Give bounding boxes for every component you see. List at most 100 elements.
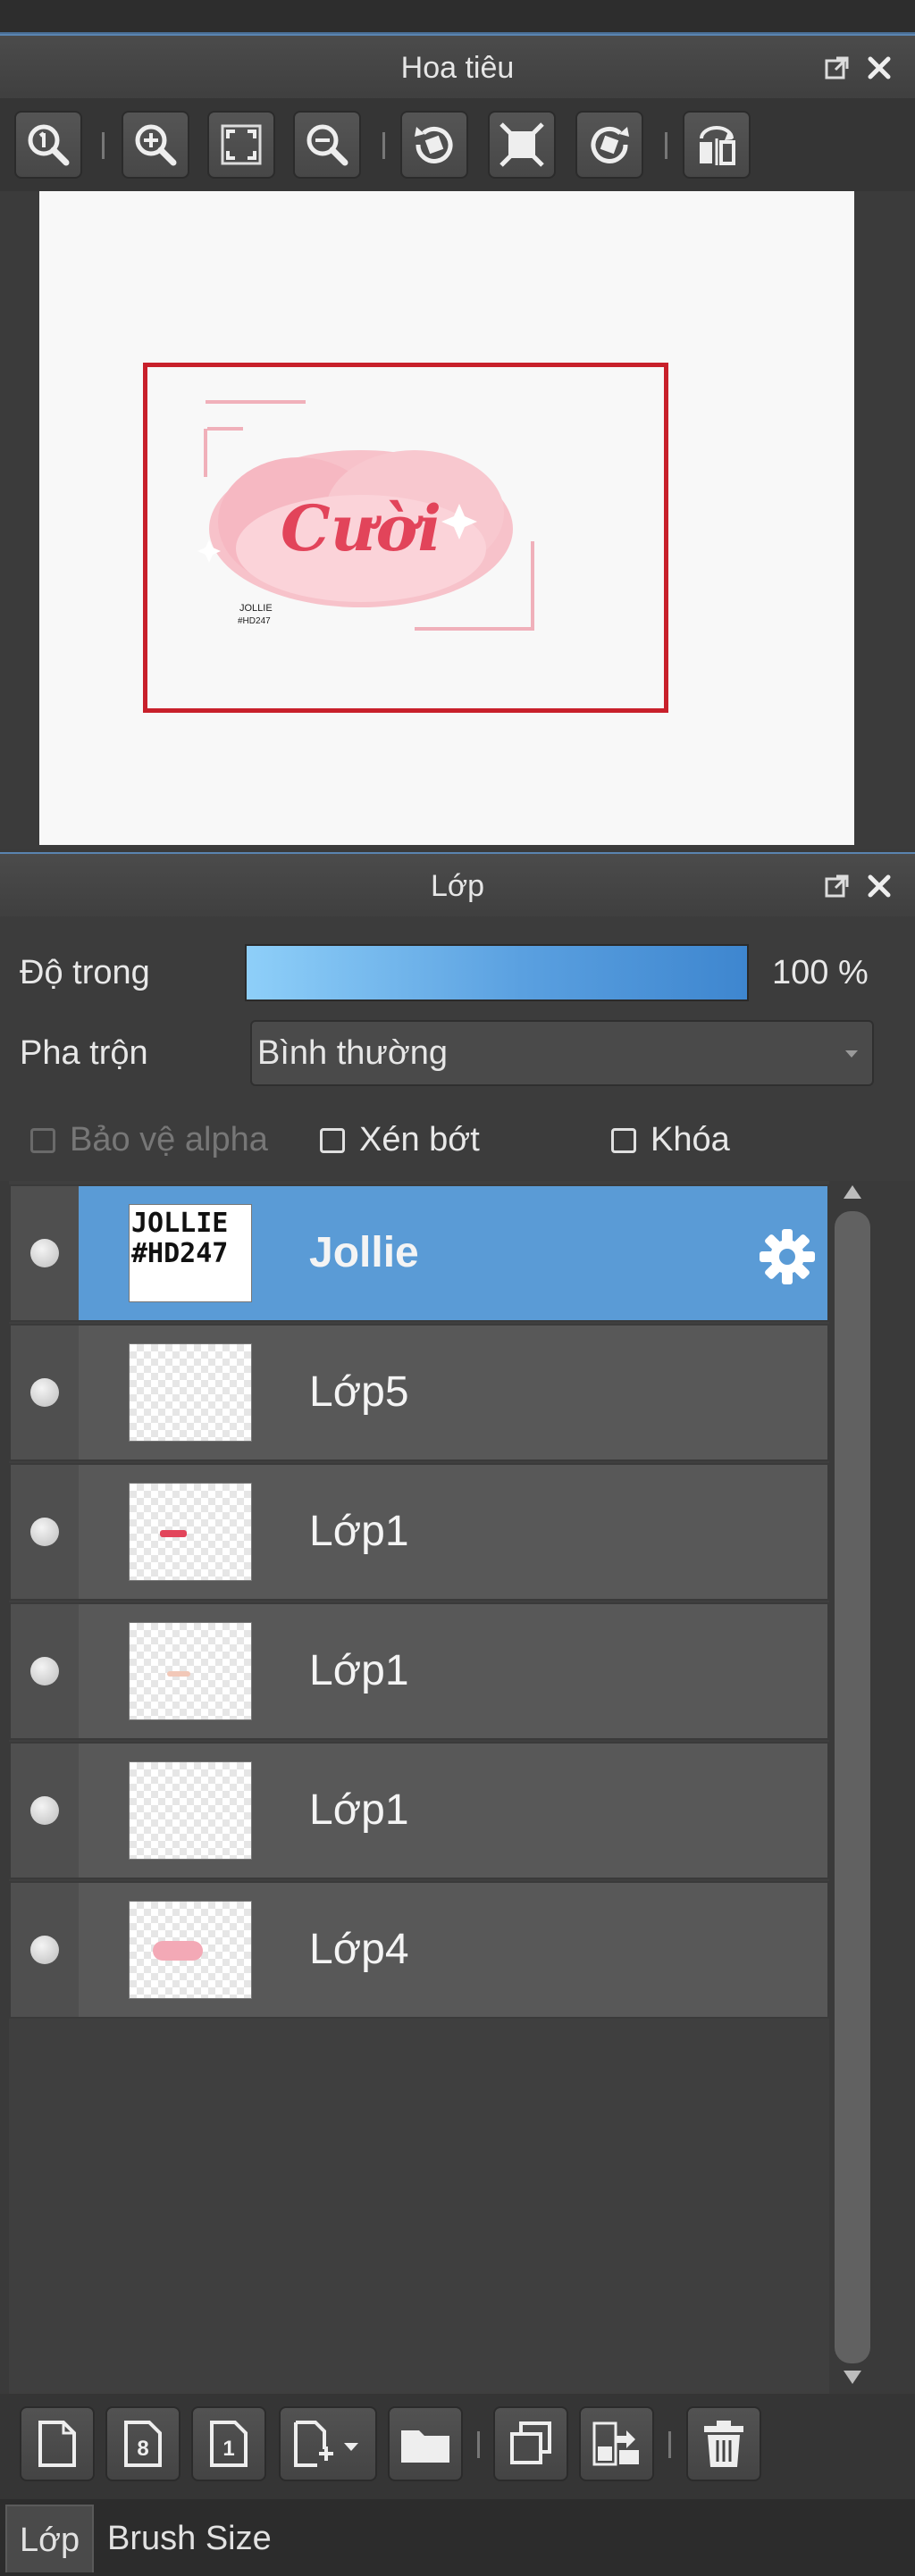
rotate-right-button[interactable] [575,111,643,179]
layer-row[interactable]: Lớp1 [9,1742,829,1879]
protect-alpha-label: Bảo vệ alpha [70,1121,268,1158]
navigator-view[interactable]: Cười JOLLIE #HD247 [0,191,915,849]
visibility-toggle[interactable] [11,1744,79,1878]
scroll-up-icon[interactable] [842,1183,863,1200]
layer-list: JOLLIE #HD247 Jollie Lớp5 Lớp1 Lớp1 Lớp1… [9,1181,829,2394]
undock-icon[interactable] [824,873,851,899]
panel-tab-bar: Lớp Brush Size [0,2499,915,2576]
duplicate-layer-button[interactable] [493,2406,568,2481]
layer-name[interactable]: Lớp5 [309,1326,409,1459]
rotate-left-button[interactable] [400,111,468,179]
add-layer-menu-button[interactable] [279,2406,377,2481]
layer-thumbnail [129,1901,252,1999]
one-bit-layer-icon: 1 [210,2421,248,2467]
lock-checkbox[interactable]: Khóa [611,1121,730,1159]
layer-thumbnail: JOLLIE #HD247 [129,1204,252,1302]
top-strip [0,0,915,35]
new-halftone-layer-button[interactable]: 8 [105,2406,180,2481]
scroll-thumb[interactable] [835,1211,870,2363]
clipping-label: Xén bớt [359,1121,480,1158]
fit-to-window-icon [221,124,262,165]
close-icon[interactable] [867,874,892,899]
layer-thumbnail [129,1622,252,1720]
rotate-right-icon [591,126,629,163]
zoom-actual-size-icon [28,124,70,166]
flip-horizontal-icon [700,126,735,165]
blend-mode-label: Pha trộn [20,1034,148,1072]
tab-layers[interactable]: Lớp [5,2505,95,2572]
visibility-toggle[interactable] [11,1465,79,1599]
tab-brush-size[interactable]: Brush Size [95,2505,284,2572]
blend-mode-select[interactable]: Bình thường [250,1020,874,1086]
clipping-checkbox[interactable]: Xén bớt [320,1121,480,1159]
folder-icon [401,2430,449,2463]
layer-row[interactable]: Lớp5 [9,1324,829,1461]
scroll-down-icon[interactable] [842,2369,863,2387]
eye-icon [30,1657,59,1685]
layer-row[interactable]: Lớp1 [9,1602,829,1740]
visibility-toggle[interactable] [11,1186,79,1320]
reset-rotation-icon [499,122,544,167]
layer-row[interactable]: Lớp4 [9,1881,829,2019]
reset-rotation-button[interactable] [488,111,556,179]
merge-down-button[interactable] [579,2406,654,2481]
protect-alpha-checkbox[interactable]: Bảo vệ alpha [30,1121,268,1159]
checkbox-box [320,1127,345,1153]
thumb-text-line2: #HD247 [131,1238,229,1269]
layer-row[interactable]: JOLLIE #HD247 Jollie [9,1184,829,1322]
eye-icon [30,1796,59,1825]
zoom-out-icon [306,124,348,166]
layer-name[interactable]: Lớp4 [309,1883,409,2017]
navigator-canvas-preview: Cười JOLLIE #HD247 [39,191,854,845]
new-page-icon [38,2421,76,2467]
opacity-label: Độ trong [20,954,150,991]
checkbox-box [611,1127,636,1153]
layer-name[interactable]: Lớp1 [309,1744,409,1878]
blend-mode-value: Bình thường [257,1034,449,1072]
close-icon[interactable] [867,55,892,80]
zoom-in-button[interactable] [122,111,189,179]
duplicate-icon [510,2421,551,2464]
new-1bit-layer-button[interactable]: 1 [191,2406,266,2481]
visibility-toggle[interactable] [11,1604,79,1738]
opacity-value: 100 % [772,954,869,991]
thumb-text-line1: JOLLIE [131,1208,229,1239]
eye-icon [30,1518,59,1546]
new-layer-button[interactable] [20,2406,95,2481]
layer-thumbnail [129,1761,252,1860]
opacity-slider[interactable] [245,944,749,1001]
add-layer-dropdown-icon [294,2421,358,2467]
eye-icon [30,1378,59,1407]
halftone-layer-icon: 8 [124,2421,162,2467]
layer-row[interactable]: Lớp1 [9,1463,829,1601]
merge-down-icon [592,2421,639,2466]
eye-icon [30,1936,59,1964]
chevron-down-icon [845,1050,858,1058]
rotate-left-icon [415,126,453,163]
layer-name[interactable]: Lớp1 [309,1604,409,1738]
lock-label: Khóa [651,1121,730,1158]
new-folder-button[interactable] [388,2406,463,2481]
checkbox-box [30,1127,55,1153]
layer-name[interactable]: Jollie [309,1186,419,1320]
layer-name[interactable]: Lớp1 [309,1465,409,1599]
delete-layer-button[interactable] [686,2406,761,2481]
gear-icon[interactable] [758,1227,817,1286]
flip-horizontal-button[interactable] [683,111,751,179]
navigator-title: Hoa tiêu [400,50,515,85]
layer-thumbnail [129,1343,252,1442]
svg-text:1: 1 [222,2437,234,2461]
navigator-toolbar [0,98,915,191]
undock-icon[interactable] [824,54,851,81]
eye-icon [30,1239,59,1267]
trash-icon [704,2421,743,2467]
visibility-toggle[interactable] [11,1883,79,2017]
fit-to-window-button[interactable] [207,111,275,179]
layer-thumbnail [129,1483,252,1581]
zoom-out-button[interactable] [293,111,361,179]
navigator-viewport-rectangle[interactable] [143,363,668,713]
zoom-actual-size-button[interactable] [14,111,82,179]
visibility-toggle[interactable] [11,1326,79,1459]
svg-text:8: 8 [137,2437,148,2461]
zoom-in-icon [135,124,177,166]
